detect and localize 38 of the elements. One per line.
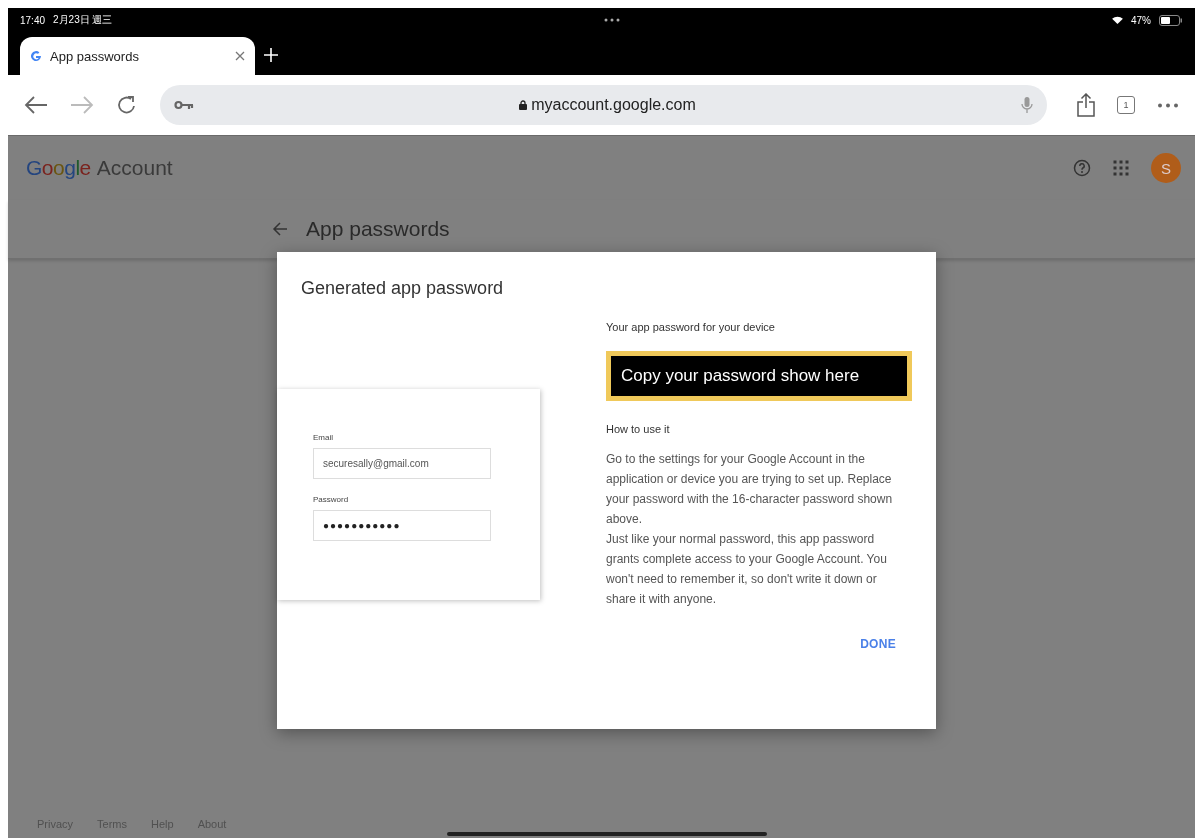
address-bar[interactable]: myaccount.google.com [160,85,1047,125]
help-icon[interactable] [1073,159,1091,177]
url-text: myaccount.google.com [531,96,696,114]
back-arrow-icon[interactable] [272,222,288,236]
share-icon[interactable] [1077,93,1095,117]
battery-icon [1159,14,1183,26]
tab-title: App passwords [50,48,140,64]
email-label: Email [313,432,334,442]
reload-icon[interactable] [116,94,138,116]
account-label: Account [96,156,173,180]
dialog-title: Generated app password [301,278,505,299]
more-dots-icon[interactable] [1157,102,1179,108]
avatar[interactable]: S [1151,153,1181,183]
password-caption: Your app password for your device [606,321,776,333]
lock-icon [519,100,528,110]
password-field: ●●●●●●●●●●● [313,509,491,541]
instructions-paragraph: Go to the settings for your Google Account in the application or device you are trying to set up. Replace your password with the 16-character password shown above. [606,451,894,528]
new-tab-plus-icon[interactable] [263,46,279,63]
back-arrow-icon[interactable] [24,95,48,115]
apps-grid-icon[interactable] [1113,160,1129,176]
google-wordmark: Google [26,156,91,180]
page-title: App passwords [306,217,450,241]
battery-percent: 47% [1131,14,1151,26]
tab-switcher-button[interactable]: 1 [1117,96,1135,114]
instructions-paragraph: Just like your normal password, this app password grants complete access to your Google Account. You won't need to remember it, so don't write it down or share it with anyone. [606,531,888,608]
wifi-icon [1112,15,1123,25]
google-g-icon [30,50,42,62]
generated-password: Copy your password show here [611,356,907,396]
how-to-title: How to use it [606,423,671,435]
browser-tab[interactable]: App passwords [20,37,255,75]
multitask-dots-icon[interactable] [604,18,621,22]
status-time: 17:40 [20,14,46,26]
email-field: securesally@gmail.com [313,447,491,479]
done-button[interactable]: DONE [858,635,898,653]
status-date: 2月23日 週三 [53,13,113,27]
key-icon[interactable] [174,100,194,110]
close-icon[interactable] [235,51,245,61]
password-label: Password [313,494,350,504]
